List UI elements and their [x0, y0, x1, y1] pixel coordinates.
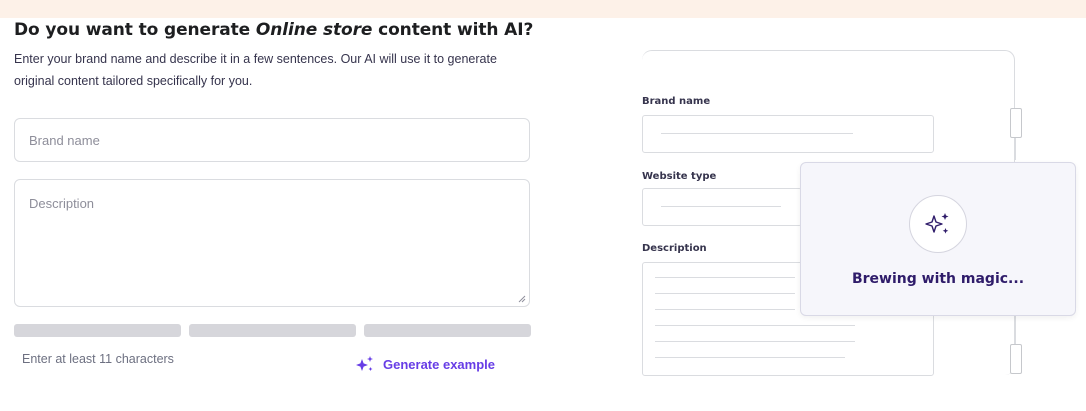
progress-segment — [14, 324, 181, 337]
sparkles-icon — [356, 356, 373, 371]
illustration-website-type-label: Website type — [642, 171, 717, 182]
resize-handle-icon[interactable] — [518, 295, 526, 303]
illustration-brand-box — [642, 115, 934, 153]
connector-line — [1015, 138, 1016, 160]
character-progress-bars — [14, 324, 531, 337]
generate-example-button[interactable]: Generate example — [355, 355, 495, 373]
intro-section: Do you want to generate Online store con… — [14, 20, 534, 92]
placeholder-line — [661, 206, 781, 207]
scroll-handle-top — [1010, 108, 1022, 138]
brand-name-input[interactable]: Brand name — [14, 118, 530, 162]
generating-popup: Brewing with magic... — [800, 162, 1076, 316]
placeholder-line — [655, 309, 795, 310]
progress-segment — [189, 324, 356, 337]
page-title: Do you want to generate Online store con… — [14, 20, 534, 40]
description-placeholder: Description — [29, 196, 95, 211]
illustration-description-label: Description — [642, 243, 707, 254]
magic-icon-circle — [909, 195, 967, 253]
placeholder-line — [655, 277, 795, 278]
title-emphasis: Online store — [255, 20, 373, 40]
brand-name-placeholder: Brand name — [29, 133, 100, 148]
page-subtitle: Enter your brand name and describe it in… — [14, 52, 497, 88]
title-prefix: Do you want to generate — [14, 20, 256, 40]
progress-segment — [364, 324, 531, 337]
generate-example-label: Generate example — [383, 356, 496, 372]
sparkles-icon — [925, 213, 949, 234]
scroll-handle-bottom — [1010, 344, 1022, 374]
illustration-website-type-box — [642, 188, 802, 226]
connector-line — [1015, 316, 1016, 344]
character-hint: Enter at least 11 characters — [22, 352, 174, 366]
placeholder-line — [661, 133, 853, 134]
placeholder-line — [655, 357, 845, 358]
title-suffix: content with AI? — [372, 20, 534, 40]
placeholder-line — [655, 341, 855, 342]
description-textarea[interactable]: Description — [14, 179, 530, 307]
placeholder-line — [655, 293, 795, 294]
illustration-brand-label: Brand name — [642, 96, 711, 107]
status-text: Brewing with magic... — [851, 271, 1025, 287]
placeholder-line — [655, 325, 855, 326]
